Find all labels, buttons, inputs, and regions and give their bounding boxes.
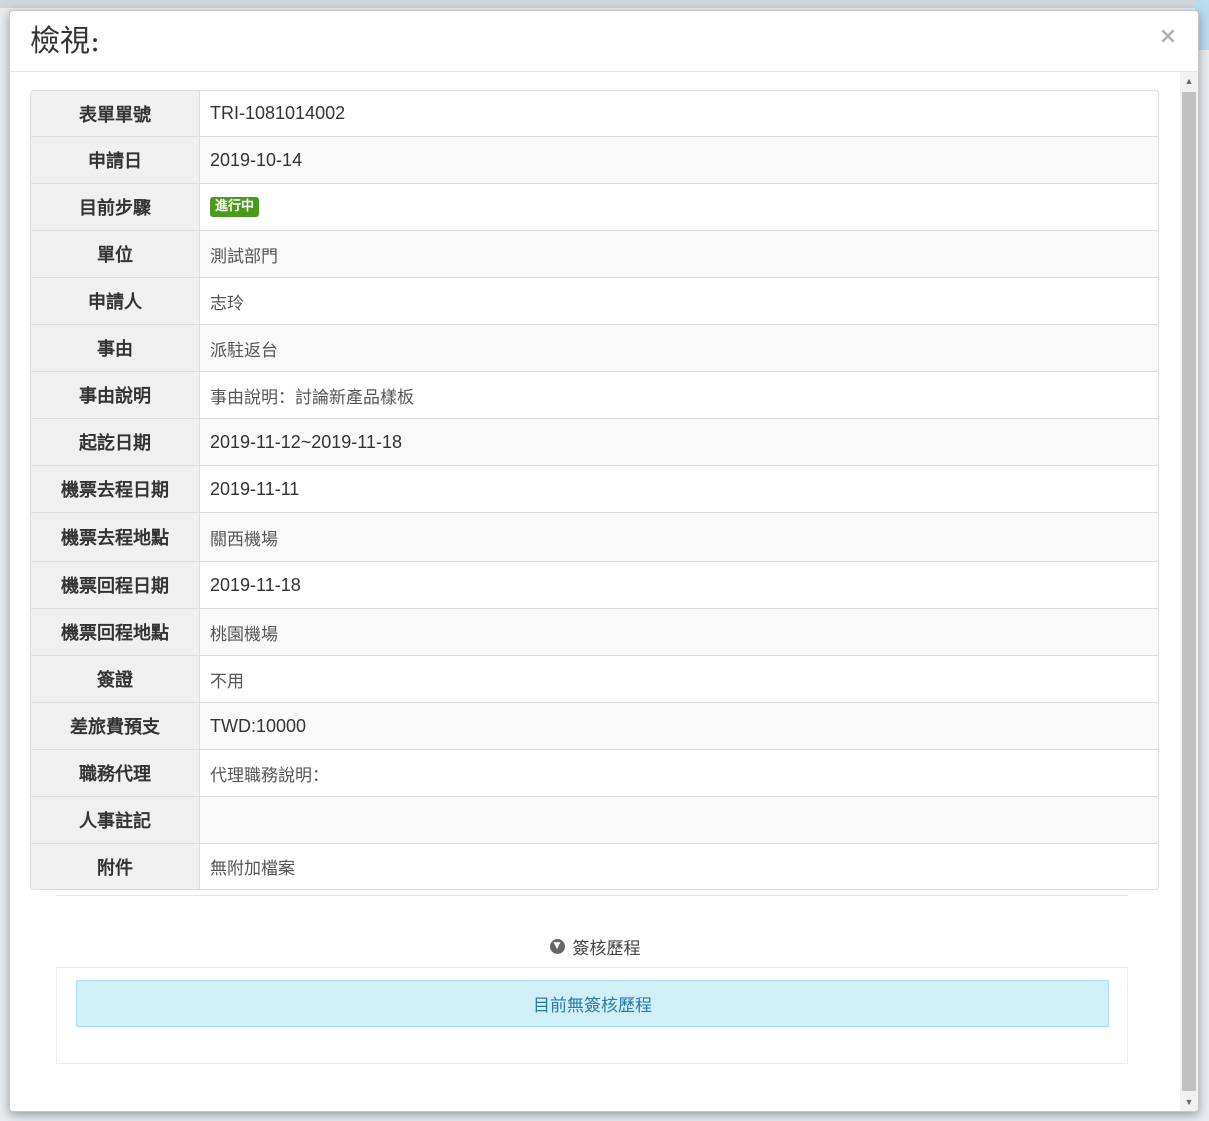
field-label: 機票回程日期 <box>31 562 200 608</box>
detail-row: 職務代理 代理職務說明： <box>31 749 1158 796</box>
field-value: 測試部門 <box>200 231 1158 277</box>
history-toggle-label: 簽核歷程 <box>572 939 641 959</box>
status-badge: 進行中 <box>210 197 260 217</box>
field-value: 無附加檔案 <box>210 859 295 879</box>
field-value: 2019-11-11 <box>210 478 300 499</box>
field-label: 申請人 <box>31 278 200 324</box>
detail-row: 機票回程地點 桃園機場 <box>31 608 1158 655</box>
field-value: TWD:10000 <box>200 703 1158 749</box>
detail-row: 機票回程日期 2019-11-18 <box>31 561 1158 608</box>
field-value: 不用 <box>210 671 244 692</box>
field-label: 簽證 <box>31 656 200 702</box>
scrollbar[interactable]: ▲ ▼ <box>1180 72 1198 1111</box>
modal-title: 檢視: <box>30 24 101 59</box>
field-label: 差旅費預支 <box>31 703 200 749</box>
field-value: 桃園機場 <box>200 609 1158 655</box>
detail-row: 事由說明 事由說明：討論新產品樣板 <box>31 371 1158 418</box>
chevron-circle-down-icon: ▼ <box>549 939 565 954</box>
field-label: 表單單號 <box>31 91 200 136</box>
field-value: 志玲 <box>210 293 244 314</box>
history-panel: 目前無簽核歷程 <box>56 967 1128 1064</box>
detail-row: 機票去程地點 關西機場 <box>31 512 1158 561</box>
field-value: 2019-10-14 <box>200 137 1158 183</box>
field-value: 派駐返台 <box>200 325 1158 371</box>
detail-row: 申請日 2019-10-14 <box>31 136 1158 183</box>
field-label: 機票去程日期 <box>31 466 200 512</box>
field-value: 2019-11-18 <box>210 574 301 595</box>
detail-table: 表單單號 TRI-1081014002 申請日 2019-10-14 目前步驟 進行中 單位… <box>30 90 1159 890</box>
divider <box>56 895 1128 896</box>
field-label: 附件 <box>31 844 200 889</box>
field-value: TRI-1081014002 <box>210 103 346 123</box>
view-modal: 檢視: × 表單單號 TRI-1081014002 申請日 2019-10-14 目前步… <box>9 10 1199 1112</box>
field-label: 機票回程地點 <box>31 609 200 655</box>
field-label: 事由 <box>31 325 200 371</box>
close-icon[interactable]: × <box>1156 25 1180 49</box>
scroll-up-arrow-icon[interactable]: ▲ <box>1180 72 1198 90</box>
detail-row: 目前步驟 進行中 <box>31 183 1158 230</box>
field-value: 進行中 <box>200 184 1158 230</box>
detail-row: 起訖日期 2019-11-12~2019-11-18 <box>31 418 1158 465</box>
field-label: 機票去程地點 <box>31 513 200 561</box>
field-value <box>200 797 1158 843</box>
detail-row: 差旅費預支 TWD:10000 <box>31 702 1158 749</box>
scroll-thumb[interactable] <box>1182 92 1196 1091</box>
field-value: 事由說明：討論新產品樣板 <box>210 387 414 408</box>
detail-row: 事由 派駐返台 <box>31 324 1158 371</box>
field-label: 職務代理 <box>31 750 200 796</box>
history-empty-alert: 目前無簽核歷程 <box>76 980 1109 1027</box>
field-value: 關西機場 <box>200 513 1158 561</box>
field-label: 事由說明 <box>31 372 200 418</box>
background-page-strip <box>0 0 1209 8</box>
modal-body: 表單單號 TRI-1081014002 申請日 2019-10-14 目前步驟 進行中 單位… <box>10 72 1180 1111</box>
detail-row: 附件 無附加檔案 <box>31 843 1158 889</box>
scroll-down-arrow-icon[interactable]: ▼ <box>1180 1093 1198 1111</box>
detail-row: 表單單號 TRI-1081014002 <box>31 91 1158 136</box>
field-label: 申請日 <box>31 137 200 183</box>
modal-header: 檢視: × <box>10 11 1198 72</box>
detail-row: 簽證 不用 <box>31 655 1158 702</box>
field-value: 代理職務說明： <box>210 765 329 786</box>
history-toggle[interactable]: ▼ 簽核歷程 <box>10 934 1180 959</box>
field-label: 單位 <box>31 231 200 277</box>
detail-row: 單位 測試部門 <box>31 230 1158 277</box>
field-label: 目前步驟 <box>31 184 200 230</box>
detail-row: 機票去程日期 2019-11-11 <box>31 465 1158 512</box>
field-value: 2019-11-12~2019-11-18 <box>200 419 1158 465</box>
field-label: 起訖日期 <box>31 419 200 465</box>
field-label: 人事註記 <box>31 797 200 843</box>
detail-row: 人事註記 <box>31 796 1158 843</box>
detail-row: 申請人 志玲 <box>31 277 1158 324</box>
